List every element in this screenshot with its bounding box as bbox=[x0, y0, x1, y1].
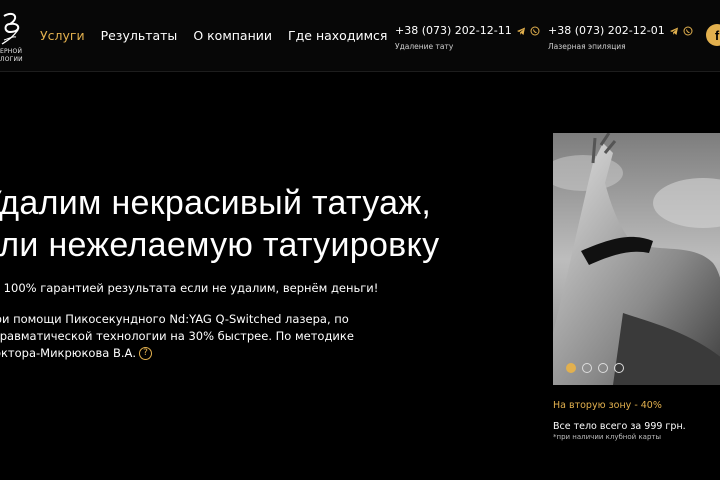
hero-description-line2: атравматической технологии на 30% быстре… bbox=[0, 329, 354, 343]
slider-dot[interactable] bbox=[582, 363, 592, 373]
hero-headline-line1: Удалим некрасивый татуаж, bbox=[0, 184, 432, 222]
nav-item-results[interactable]: Результаты bbox=[101, 28, 178, 43]
promo-full-body: Все тело всего за 999 грн. bbox=[553, 421, 686, 432]
slider-dot[interactable] bbox=[614, 363, 624, 373]
slider-dot[interactable] bbox=[598, 363, 608, 373]
viber-icon[interactable] bbox=[683, 26, 693, 36]
facebook-icon[interactable]: f bbox=[706, 24, 720, 46]
hero-headline-line2: или нежелаемую татуировку bbox=[0, 226, 440, 264]
promo-note: *при наличии клубной карты bbox=[553, 433, 662, 441]
promo-second-zone: На вторую зону - 40% bbox=[553, 400, 662, 411]
hero-guarantee: С 100% гарантией результата если не удал… bbox=[0, 281, 379, 295]
nav-item-services[interactable]: Услуги bbox=[40, 28, 85, 43]
slider-dots bbox=[566, 363, 624, 373]
nav-item-location[interactable]: Где находимся bbox=[288, 28, 387, 43]
phone-number[interactable]: +38 (073) 202-12-01 bbox=[548, 24, 665, 37]
main-nav: Услуги Результаты О компании Где находим… bbox=[40, 28, 387, 43]
hero-description-line1: При помощи Пикосекундного Nd:YAG Q-Switc… bbox=[0, 312, 349, 326]
phone-subtitle: Удаление тату bbox=[395, 42, 454, 51]
logo-text: ЕРНОЙ ЛОГИИ bbox=[0, 48, 23, 64]
logo-flower-icon bbox=[1, 12, 20, 45]
hero-description-line3-text: доктора-Микрюкова В.А. bbox=[0, 346, 137, 360]
help-icon[interactable]: ? bbox=[139, 347, 153, 360]
logo[interactable]: ЕРНОЙ ЛОГИИ bbox=[0, 8, 26, 68]
telegram-icon[interactable] bbox=[669, 26, 679, 36]
telegram-icon[interactable] bbox=[516, 26, 526, 36]
logo-text-line2: ЛОГИИ bbox=[0, 56, 23, 63]
hero-headline: Удалим некрасивый татуаж, или нежелаемую… bbox=[0, 182, 439, 266]
viber-icon[interactable] bbox=[530, 26, 540, 36]
contact-laser-epilation: +38 (073) 202-12-01 Лазерная эпиляция bbox=[548, 24, 693, 51]
header: ЕРНОЙ ЛОГИИ Услуги Результаты О компании… bbox=[0, 0, 720, 72]
slider-dot[interactable] bbox=[566, 363, 576, 373]
hero-description: При помощи Пикосекундного Nd:YAG Q-Switc… bbox=[0, 311, 354, 362]
logo-text-line1: ЕРНОЙ bbox=[0, 48, 23, 55]
hero-description-line3: доктора-Микрюкова В.А.? bbox=[0, 345, 354, 362]
contact-tattoo-removal: +38 (073) 202-12-11 Удаление тату bbox=[395, 24, 540, 51]
athlete-photo-image bbox=[553, 133, 720, 385]
phone-number[interactable]: +38 (073) 202-12-11 bbox=[395, 24, 512, 37]
phone-subtitle: Лазерная эпиляция bbox=[548, 42, 626, 51]
hero-photo bbox=[553, 133, 720, 385]
nav-item-about[interactable]: О компании bbox=[193, 28, 272, 43]
